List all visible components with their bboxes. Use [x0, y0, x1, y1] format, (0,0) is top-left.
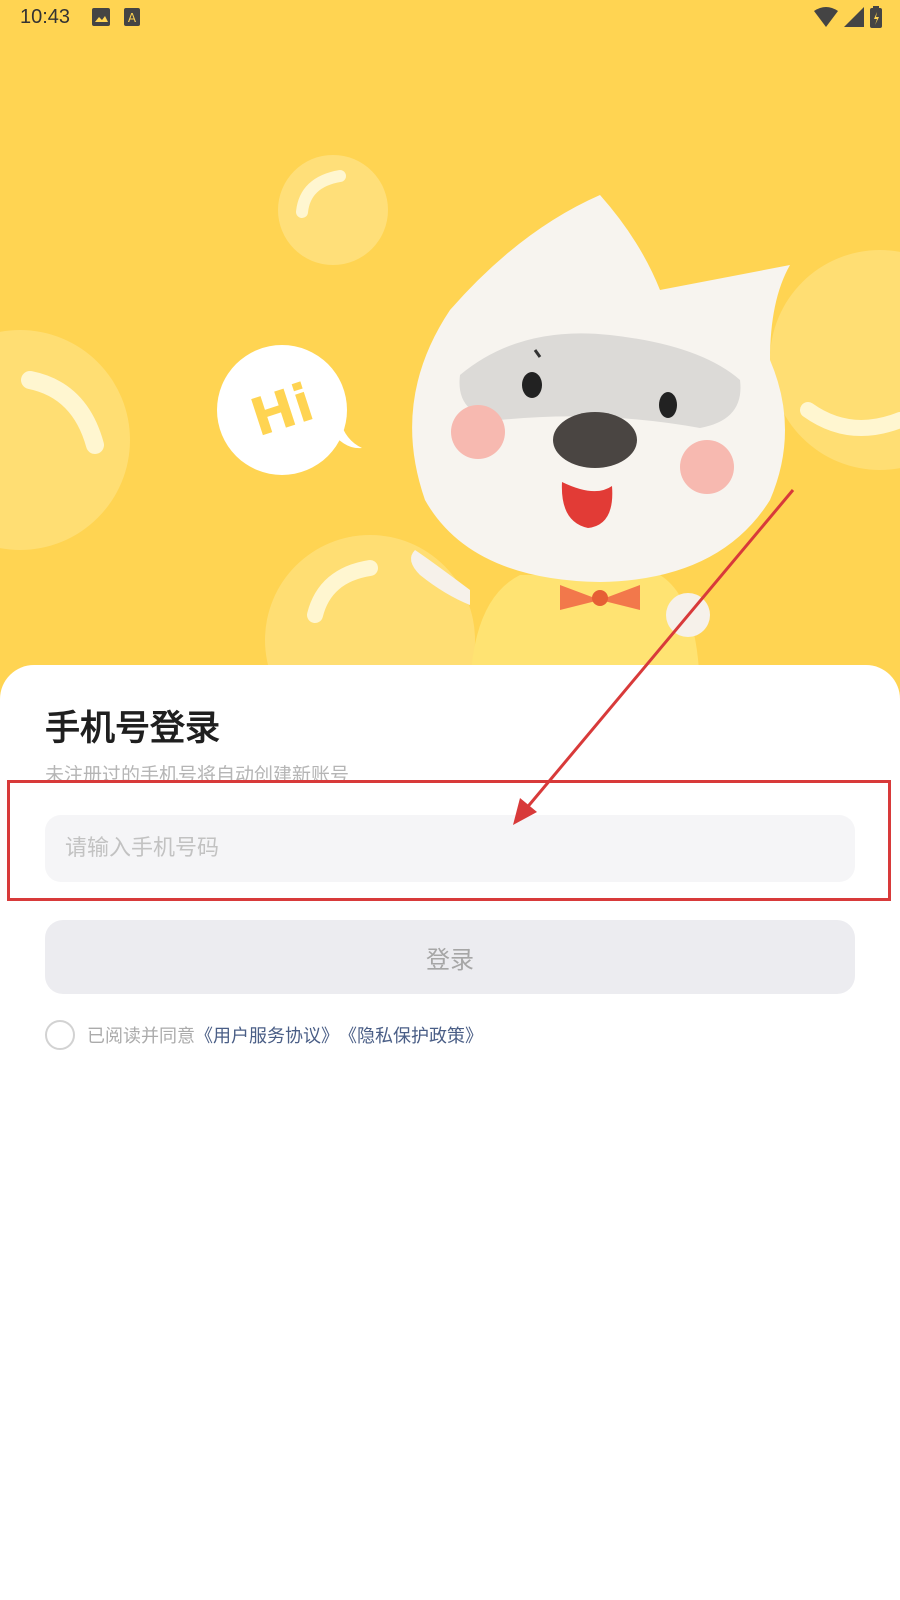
login-button[interactable]: 登录 — [45, 920, 855, 994]
battery-icon — [870, 6, 882, 28]
svg-text:A: A — [128, 11, 137, 25]
phone-number-input[interactable] — [45, 815, 855, 882]
agreement-row: 已阅读并同意 《用户服务协议》 《隐私保护政策》 — [45, 1020, 483, 1050]
image-icon — [92, 8, 110, 26]
agreement-prefix: 已阅读并同意 — [87, 1026, 195, 1047]
text-icon: A — [124, 8, 140, 26]
privacy-policy-link[interactable]: 《隐私保护政策》 — [339, 1022, 483, 1048]
status-bar: 10:43 A — [0, 0, 900, 36]
signal-icon — [844, 7, 864, 27]
login-sheet — [0, 665, 900, 1600]
hero-illustration: Hi — [0, 155, 900, 700]
page-title: 手机号登录 — [45, 709, 221, 749]
page-subtitle: 未注册过的手机号将自动创建新账号 — [45, 764, 350, 786]
hi-speech-bubble-icon: Hi — [217, 345, 362, 475]
user-agreement-link[interactable]: 《用户服务协议》 — [195, 1022, 339, 1048]
hero-banner: Hi 10:43 A — [0, 0, 900, 700]
bubble-decoration — [0, 330, 130, 550]
agreement-checkbox[interactable] — [45, 1020, 75, 1050]
status-time: 10:43 — [20, 6, 71, 28]
bubble-decoration — [770, 250, 900, 470]
wifi-icon — [814, 7, 838, 27]
